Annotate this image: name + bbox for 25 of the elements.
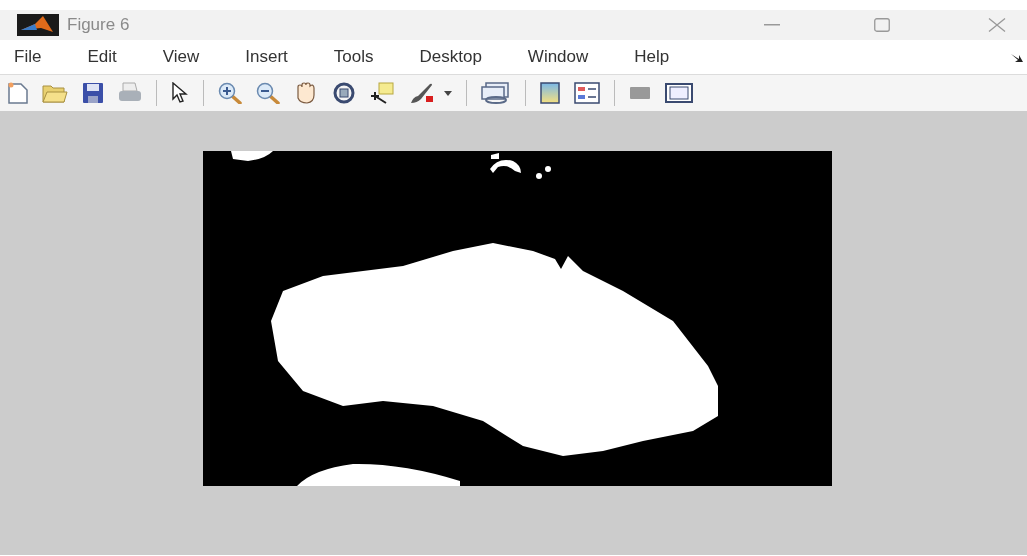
pointer-icon[interactable]	[171, 82, 189, 104]
save-icon[interactable]	[82, 82, 104, 104]
data-cursor-icon[interactable]	[370, 82, 396, 104]
app-logo-icon	[17, 14, 59, 36]
colorbar-icon[interactable]	[540, 82, 560, 104]
menu-item[interactable]: Help	[626, 42, 678, 72]
menu-item[interactable]: Desktop	[411, 42, 490, 72]
zoom-out-icon[interactable]	[256, 82, 280, 104]
menu-item[interactable]: Tools	[325, 42, 382, 72]
menu-item[interactable]: View	[154, 42, 208, 72]
menu-item[interactable]: Edit	[79, 42, 125, 72]
menu-item[interactable]: Insert	[237, 42, 296, 72]
maximize-icon	[874, 18, 890, 32]
caret-icon[interactable]	[444, 90, 452, 96]
new-file-icon[interactable]	[8, 82, 28, 104]
legend-icon[interactable]	[574, 82, 600, 104]
menu-item[interactable]: File	[6, 42, 50, 72]
zoom-in-icon[interactable]	[218, 82, 242, 104]
menu-item[interactable]: Window	[519, 42, 597, 72]
brush-icon[interactable]	[410, 82, 436, 104]
close-icon	[988, 18, 1006, 32]
window-title: Figure 6	[67, 14, 130, 37]
minimize-icon	[764, 24, 780, 26]
hand-icon[interactable]	[294, 82, 318, 104]
show-plot-tools-icon[interactable]	[665, 83, 693, 103]
